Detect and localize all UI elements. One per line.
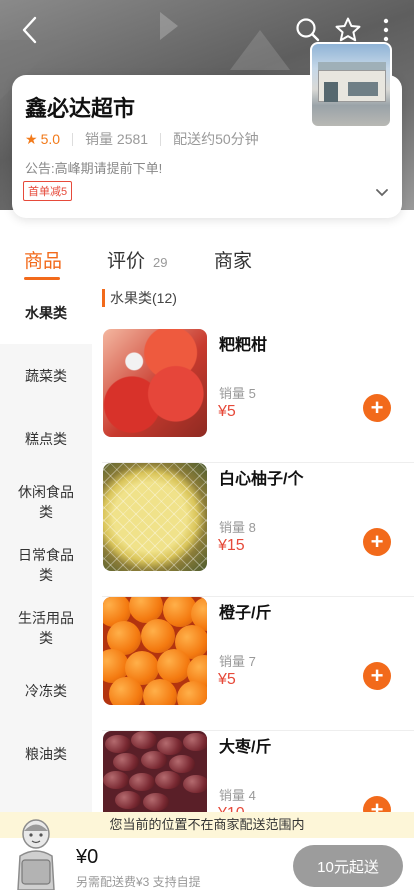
plus-icon: +: [370, 663, 384, 688]
sidebar-item-pastries[interactable]: 糕点类: [0, 429, 92, 449]
location-warning-bar: 您当前的位置不在商家配送范围内: [0, 812, 414, 838]
tab-goods[interactable]: 商品: [24, 246, 62, 273]
product-sales: 销量 7: [219, 654, 256, 669]
product-image[interactable]: [103, 597, 207, 705]
product-price: ¥5: [218, 671, 236, 688]
product-item[interactable]: 橙子/斤 销量 7 ¥5 +: [92, 597, 414, 731]
section-title: 水果类(12): [102, 289, 177, 307]
tab-reviews-label: 评价: [107, 251, 146, 272]
store-rating: 5.0: [40, 131, 61, 147]
product-image[interactable]: [103, 329, 207, 437]
sidebar-item-frozen[interactable]: 冷冻类: [0, 681, 92, 701]
delivery-fee-note: 另需配送费¥3 支持自提: [76, 875, 201, 889]
sidebar-item-vegetables[interactable]: 蔬菜类: [0, 366, 92, 386]
product-price: ¥5: [218, 403, 236, 420]
sidebar-item-snacks[interactable]: 休闲食品类: [0, 482, 92, 522]
product-name: 大枣/斤: [219, 739, 272, 756]
store-meta: ★ 5.0 销量 2581 配送约50分钟: [25, 129, 259, 149]
product-price: ¥15: [218, 537, 245, 554]
product-name: 白心柚子/个: [219, 471, 304, 488]
product-name: 橙子/斤: [219, 605, 272, 622]
product-sales: 销量 5: [219, 386, 256, 401]
more-vertical-icon: [383, 18, 389, 42]
divider: [72, 132, 74, 146]
active-tab-indicator: [24, 277, 60, 280]
add-to-cart-button[interactable]: +: [363, 662, 391, 690]
sales-label: 销量: [85, 131, 114, 147]
cart-mascot-icon[interactable]: [12, 816, 60, 891]
reviews-count: 29: [153, 255, 168, 270]
sidebar-item-daily-food[interactable]: 日常食品类: [0, 545, 92, 585]
rating-star-icon: ★: [25, 130, 38, 147]
product-item[interactable]: 白心柚子/个 销量 8 ¥15 +: [92, 463, 414, 597]
add-to-cart-button[interactable]: +: [363, 394, 391, 422]
store-photo[interactable]: [310, 42, 392, 128]
add-to-cart-button[interactable]: +: [363, 528, 391, 556]
back-chevron-icon: [22, 16, 37, 44]
tab-merchant[interactable]: 商家: [214, 246, 252, 273]
divider: [160, 132, 162, 146]
sidebar-item-grain-oil[interactable]: 粮油类: [0, 744, 92, 764]
tab-reviews[interactable]: 评价 29: [107, 246, 167, 273]
search-icon: [296, 18, 320, 42]
plus-icon: +: [370, 395, 384, 420]
store-info-card[interactable]: 鑫必达超市 ★ 5.0 销量 2581 配送约50分钟 公告:高峰期请提前下单!…: [12, 42, 402, 218]
expand-chevron-icon[interactable]: [375, 185, 389, 203]
product-name: 粑粑柑: [219, 337, 268, 354]
store-notice: 公告:高峰期请提前下单!: [25, 161, 163, 176]
category-sidebar: 水果类 蔬菜类 糕点类 休闲食品类 日常食品类 生活用品类 冷冻类 粮油类: [0, 284, 92, 812]
product-image[interactable]: [103, 463, 207, 571]
store-tabs: 商品 评价 29 商家: [0, 240, 414, 284]
cart-bar: ¥0 另需配送费¥3 支持自提 10元起送: [0, 819, 414, 896]
sidebar-item-household[interactable]: 生活用品类: [0, 608, 92, 648]
product-sales: 销量 4: [219, 788, 256, 803]
delivery-time: 配送约50分钟: [173, 131, 259, 147]
coupon-badge[interactable]: 首单减5: [23, 181, 73, 201]
sales-count: 2581: [116, 131, 149, 147]
product-sales: 销量 8: [219, 520, 256, 535]
plus-icon: +: [370, 529, 384, 554]
star-outline-icon: [335, 17, 361, 42]
store-name: 鑫必达超市: [25, 96, 136, 121]
sidebar-item-fruit[interactable]: 水果类: [0, 284, 92, 344]
checkout-button[interactable]: 10元起送: [293, 845, 403, 887]
product-item[interactable]: 粑粑柑 销量 5 ¥5 +: [92, 329, 414, 463]
back-button[interactable]: [14, 14, 46, 46]
cart-total: ¥0: [76, 846, 99, 868]
